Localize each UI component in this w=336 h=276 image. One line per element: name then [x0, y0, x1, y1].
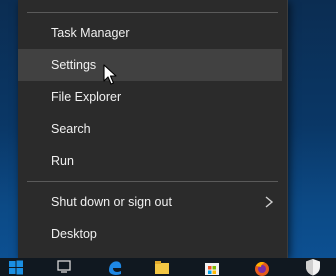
menu-item-label: Search: [51, 122, 91, 136]
taskbar: [0, 258, 336, 276]
chevron-right-icon: [265, 196, 274, 208]
menu-item-task-manager[interactable]: Task Manager: [18, 17, 282, 49]
security-shield-icon[interactable]: [304, 258, 322, 276]
menu-item-file-explorer[interactable]: File Explorer: [18, 81, 282, 113]
menu-item-label: Shut down or sign out: [51, 195, 172, 209]
menu-separator: [27, 181, 278, 182]
menu-item-label: Settings: [51, 58, 97, 72]
start-icon[interactable]: [8, 258, 24, 276]
mouse-pointer-icon: [103, 64, 117, 85]
store-icon[interactable]: [203, 258, 221, 276]
file-explorer-icon[interactable]: [153, 258, 171, 276]
power-user-menu: Task Manager Settings File Explorer Sear…: [18, 0, 288, 258]
desktop-background: Task Manager Settings File Explorer Sear…: [0, 0, 336, 276]
menu-item-run[interactable]: Run: [18, 145, 282, 177]
menu-item-shut-down-or-sign-out[interactable]: Shut down or sign out: [18, 186, 282, 218]
task-view-icon[interactable]: [56, 258, 72, 276]
menu-item-desktop[interactable]: Desktop: [18, 218, 282, 250]
menu-item-search[interactable]: Search: [18, 113, 282, 145]
menu-item-label: Task Manager: [51, 26, 130, 40]
menu-item-label: Desktop: [51, 227, 97, 241]
firefox-icon[interactable]: [253, 258, 271, 276]
edge-icon[interactable]: [106, 258, 124, 276]
menu-separator: [27, 12, 278, 13]
menu-item-label: Run: [51, 154, 74, 168]
menu-item-settings[interactable]: Settings: [18, 49, 282, 81]
